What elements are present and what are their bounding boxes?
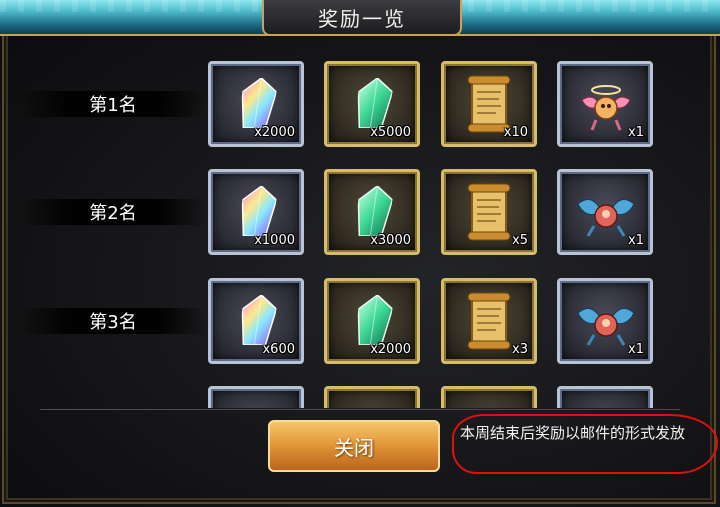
reward-quantity: x10 <box>503 125 528 140</box>
reward-slot[interactable]: x3000 <box>324 169 420 255</box>
reward-slot[interactable]: x2000 <box>208 61 304 147</box>
reward-quantity: x3 <box>512 342 528 357</box>
reward-quantity: x1 <box>628 342 644 357</box>
reward-quantity: x2000 <box>370 342 411 357</box>
reward-slot[interactable]: x10 <box>441 61 537 147</box>
reward-slot[interactable]: x1000 <box>208 169 304 255</box>
reward-quantity: x3000 <box>370 233 411 248</box>
divider <box>40 409 680 410</box>
reward-quantity: x1000 <box>254 233 295 248</box>
green-crystal-icon <box>354 78 394 128</box>
reward-slot[interactable]: x1 <box>557 61 653 147</box>
rainbow-crystal-icon <box>238 78 278 128</box>
rainbow-crystal-icon <box>238 295 278 345</box>
green-crystal-icon <box>354 186 394 236</box>
reward-quantity: x2000 <box>254 125 295 140</box>
dialog-title: 奖励一览 <box>262 0 462 36</box>
highlight-ring-annotation <box>452 414 718 474</box>
reward-quantity: x1 <box>628 125 644 140</box>
reward-quantity: x600 <box>262 342 295 357</box>
reward-slot-clipped[interactable] <box>208 386 304 408</box>
reward-slot[interactable]: x5000 <box>324 61 420 147</box>
reward-slot[interactable]: x1 <box>557 278 653 364</box>
reward-slot[interactable]: x600 <box>208 278 304 364</box>
scroll-icon <box>466 291 512 351</box>
rank-label-1: 第1名 <box>20 91 206 117</box>
green-crystal-icon <box>354 295 394 345</box>
reward-slot[interactable]: x5 <box>441 169 537 255</box>
reward-slot-clipped[interactable] <box>557 386 653 408</box>
reward-slot[interactable]: x1 <box>557 169 653 255</box>
rank-label-2: 第2名 <box>20 199 206 225</box>
reward-slot[interactable]: x3 <box>441 278 537 364</box>
close-button[interactable]: 关闭 <box>268 420 440 472</box>
reward-quantity: x5 <box>512 233 528 248</box>
reward-quantity: x1 <box>628 233 644 248</box>
reward-dialog: 奖励一览 第1名 第2名 第3名 x2000 x5000 x10 x1 x100… <box>0 0 720 507</box>
rank-label-3: 第3名 <box>20 308 206 334</box>
rainbow-crystal-icon <box>238 186 278 236</box>
reward-slot[interactable]: x2000 <box>324 278 420 364</box>
reward-slot-clipped[interactable] <box>441 386 537 408</box>
reward-quantity: x5000 <box>370 125 411 140</box>
reward-slot-clipped[interactable] <box>324 386 420 408</box>
scroll-icon <box>466 182 512 242</box>
